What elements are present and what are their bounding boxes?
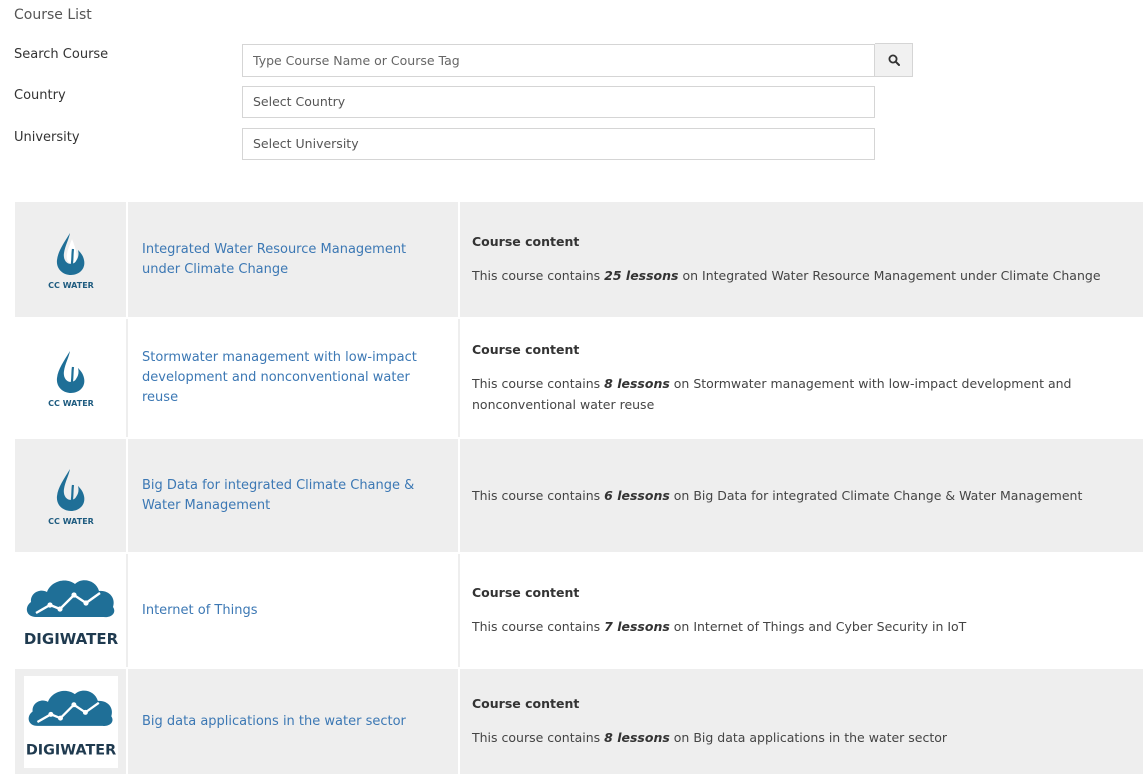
- course-content-cell: Course content This course contains 25 l…: [460, 202, 1143, 317]
- country-select[interactable]: Select Country: [242, 86, 875, 118]
- course-title-cell: Internet of Things: [128, 554, 460, 667]
- course-title-link[interactable]: Big data applications in the water secto…: [142, 712, 406, 732]
- course-description: This course contains 25 lessons on Integ…: [472, 267, 1101, 283]
- svg-text:DIGIWATER: DIGIWATER: [25, 742, 115, 758]
- digiwater-logo: DIGIWATER: [23, 579, 118, 648]
- course-logo-cell: DIGIWATER: [15, 669, 128, 774]
- course-content-heading: Course content: [472, 233, 580, 249]
- cc-water-logo: CC WATER: [48, 232, 94, 290]
- course-title-link[interactable]: Stormwater management with low-impact de…: [142, 348, 444, 408]
- course-logo-cell: CC WATER: [15, 319, 128, 437]
- search-button[interactable]: [875, 43, 913, 77]
- course-title-link[interactable]: Big Data for integrated Climate Change &…: [142, 476, 444, 516]
- course-content-cell: Course content This course contains 7 le…: [460, 554, 1143, 667]
- course-description: This course contains 8 lessons on Stormw…: [472, 375, 1072, 412]
- course-row: DIGIWATER Big data applications in the w…: [15, 669, 1143, 774]
- course-row: CC WATER Big Data for integrated Climate…: [15, 439, 1143, 552]
- search-icon: [888, 54, 900, 66]
- svg-text:CC WATER: CC WATER: [48, 399, 94, 408]
- course-description: This course contains 8 lessons on Big da…: [472, 729, 948, 745]
- digiwater-logo: DIGIWATER: [23, 675, 118, 768]
- university-label: University: [14, 130, 80, 145]
- course-description: This course contains 7 lessons on Intern…: [472, 618, 967, 634]
- course-row: DIGIWATER Internet of Things Course cont…: [15, 554, 1143, 667]
- page-title: Course List: [14, 7, 92, 23]
- course-content-cell: This course contains 6 lessons on Big Da…: [460, 439, 1143, 552]
- course-content-heading: Course content: [472, 341, 580, 357]
- course-title-link[interactable]: Integrated Water Resource Management und…: [142, 240, 444, 280]
- cc-water-logo: CC WATER: [48, 351, 94, 408]
- course-title-cell: Big Data for integrated Climate Change &…: [128, 439, 460, 552]
- university-select[interactable]: Select University: [242, 128, 875, 160]
- course-content-cell: Course content This course contains 8 le…: [460, 669, 1143, 774]
- course-logo-cell: CC WATER: [15, 439, 128, 552]
- course-title-cell: Stormwater management with low-impact de…: [128, 319, 460, 437]
- course-content-heading: Course content: [472, 584, 580, 600]
- cc-water-logo: CC WATER: [48, 468, 94, 526]
- course-logo-cell: CC WATER: [15, 202, 128, 317]
- search-input[interactable]: [242, 44, 875, 77]
- course-title-cell: Integrated Water Resource Management und…: [128, 202, 460, 317]
- course-content-heading: Course content: [472, 695, 580, 711]
- svg-text:CC WATER: CC WATER: [48, 517, 94, 526]
- course-logo-cell: DIGIWATER: [15, 554, 128, 667]
- course-content-cell: Course content This course contains 8 le…: [460, 319, 1143, 437]
- course-row: CC WATER Stormwater management with low-…: [15, 319, 1143, 437]
- course-row: CC WATER Integrated Water Resource Manag…: [15, 202, 1143, 317]
- course-description: This course contains 6 lessons on Big Da…: [472, 488, 1083, 503]
- svg-text:CC WATER: CC WATER: [48, 281, 94, 290]
- svg-text:DIGIWATER: DIGIWATER: [23, 630, 118, 648]
- search-course-label: Search Course: [14, 47, 109, 62]
- course-title-link[interactable]: Internet of Things: [142, 601, 257, 621]
- course-title-cell: Big data applications in the water secto…: [128, 669, 460, 774]
- country-label: Country: [14, 88, 66, 103]
